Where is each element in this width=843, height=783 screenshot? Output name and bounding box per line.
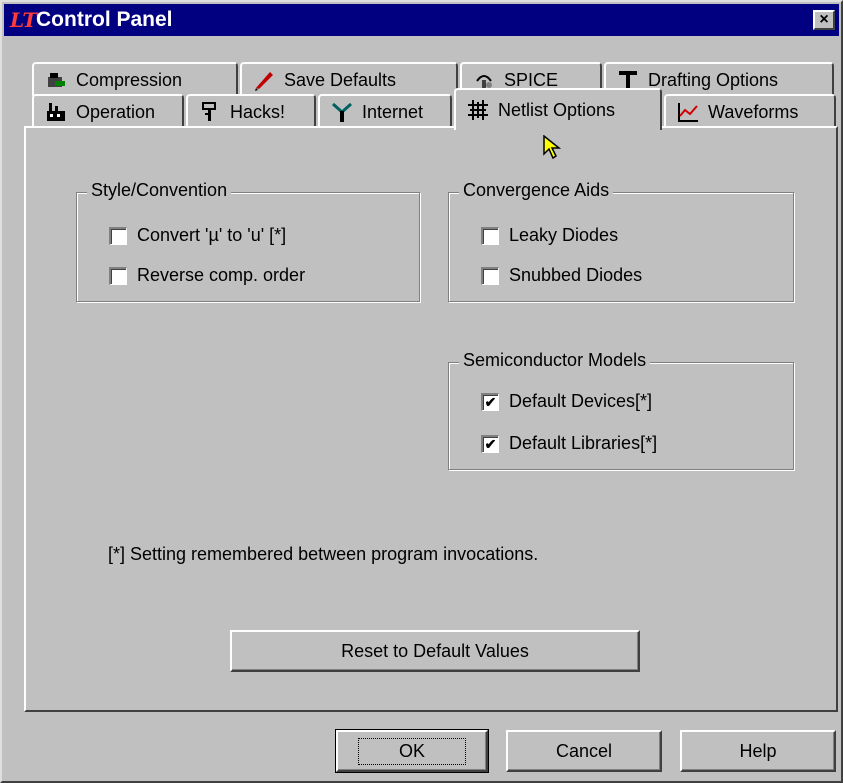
tab-label: Save Defaults xyxy=(284,69,397,90)
app-logo-icon: LT xyxy=(10,8,38,32)
tab-label: Compression xyxy=(76,69,183,90)
checkbox-label: Leaky Diodes xyxy=(509,225,619,245)
checkbox-checked[interactable]: ✔ xyxy=(481,434,499,453)
style-convention-group: Style/Convention Convert 'µ' to 'u' [*] … xyxy=(76,180,420,302)
checkbox-label: Snubbed Diodes xyxy=(509,265,643,285)
factory-icon xyxy=(44,100,68,124)
tab-label: Hacks! xyxy=(230,101,286,122)
ok-button-label: OK xyxy=(357,737,466,765)
title-bar[interactable]: LT Control Panel × xyxy=(4,4,839,36)
control-panel-window: LT Control Panel × Compression Save Defa… xyxy=(0,0,843,783)
tab-label: Operation xyxy=(76,101,156,122)
tab-save-defaults[interactable]: Save Defaults xyxy=(240,62,458,96)
tab-label: Internet xyxy=(362,101,424,122)
convert-mu-checkbox-row[interactable]: Convert 'µ' to 'u' [*] xyxy=(109,225,286,246)
tab-label: Netlist Options xyxy=(498,99,616,120)
window-title: Control Panel xyxy=(36,8,173,31)
checkbox[interactable] xyxy=(109,226,127,245)
semiconductor-models-group: Semiconductor Models ✔ Default Devices[*… xyxy=(448,350,794,470)
checkbox[interactable] xyxy=(109,266,127,285)
checkbox-label: Default Libraries[*] xyxy=(509,433,658,453)
grid-icon xyxy=(466,98,490,122)
tab-compression[interactable]: Compression xyxy=(32,62,238,96)
checkbox-label: Default Devices[*] xyxy=(509,391,653,411)
reset-defaults-button[interactable]: Reset to Default Values xyxy=(230,630,640,672)
default-libraries-checkbox-row[interactable]: ✔ Default Libraries[*] xyxy=(481,433,657,454)
remembered-settings-note: [*] Setting remembered between program i… xyxy=(108,544,539,564)
tab-label: Drafting Options xyxy=(648,69,779,90)
pen-icon xyxy=(252,68,276,92)
tab-waveforms[interactable]: Waveforms xyxy=(664,94,836,128)
checkbox-label: Reverse comp. order xyxy=(137,265,306,285)
checkbox-label: Convert 'µ' to 'u' [*] xyxy=(137,225,287,245)
group-title: Style/Convention xyxy=(87,180,232,201)
tab-netlist-options[interactable]: Netlist Options xyxy=(454,88,662,130)
tab-label: Waveforms xyxy=(708,101,799,122)
group-title: Semiconductor Models xyxy=(459,350,651,371)
antenna-icon xyxy=(330,100,354,124)
group-title: Convergence Aids xyxy=(459,180,614,201)
reverse-comp-order-checkbox-row[interactable]: Reverse comp. order xyxy=(109,265,305,286)
mouse-cursor-icon xyxy=(543,135,562,160)
help-button[interactable]: Help xyxy=(680,730,836,772)
ok-button[interactable]: OK xyxy=(335,729,489,773)
tab-internet[interactable]: Internet xyxy=(318,94,452,128)
waveform-icon xyxy=(676,100,700,124)
snubbed-diodes-checkbox-row[interactable]: Snubbed Diodes xyxy=(481,265,642,286)
checkbox[interactable] xyxy=(481,266,499,285)
checkbox-checked[interactable]: ✔ xyxy=(481,392,499,411)
netlist-options-panel: Style/Convention Convert 'µ' to 'u' [*] … xyxy=(24,126,838,712)
convergence-aids-group: Convergence Aids Leaky Diodes Snubbed Di… xyxy=(448,180,794,302)
leaky-diodes-checkbox-row[interactable]: Leaky Diodes xyxy=(481,225,618,246)
cancel-button[interactable]: Cancel xyxy=(506,730,662,772)
default-devices-checkbox-row[interactable]: ✔ Default Devices[*] xyxy=(481,391,652,412)
checkbox[interactable] xyxy=(481,226,499,245)
tab-operation[interactable]: Operation xyxy=(32,94,184,128)
compression-icon xyxy=(44,68,68,92)
hack-icon xyxy=(198,100,222,124)
close-button[interactable]: × xyxy=(813,10,835,30)
tab-hacks[interactable]: Hacks! xyxy=(186,94,316,128)
